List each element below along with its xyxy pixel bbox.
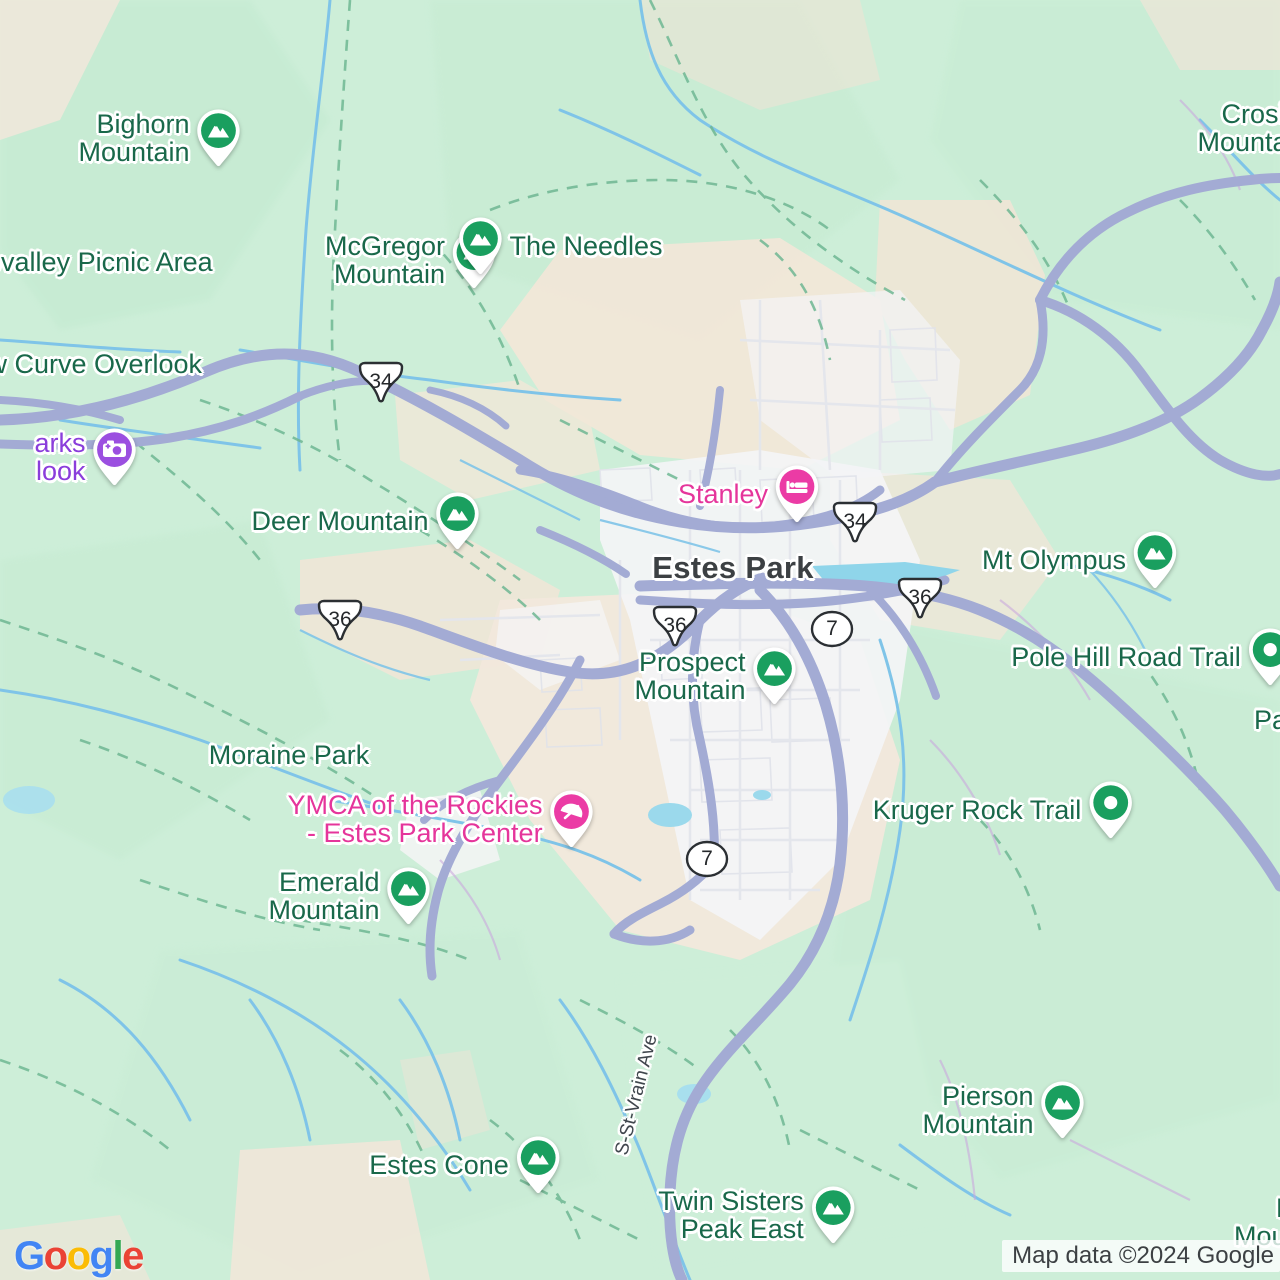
- city-labels-layer: Estes Park: [0, 0, 1280, 1280]
- google-logo-letter: l: [112, 1234, 123, 1278]
- google-logo-letter: o: [66, 1234, 91, 1278]
- google-logo-letter: o: [43, 1234, 68, 1278]
- google-logo[interactable]: Google: [14, 1234, 144, 1278]
- google-logo-letter: e: [122, 1234, 144, 1278]
- google-logo-letter: G: [14, 1234, 45, 1278]
- map-canvas[interactable]: 34 34 36 36 36 7 7 S-St-Vrain Ave dovall…: [0, 0, 1280, 1280]
- city-label: Estes Park: [652, 549, 814, 585]
- google-logo-letter: g: [89, 1234, 114, 1278]
- map-attribution: Map data ©2024 Google: [1002, 1240, 1280, 1272]
